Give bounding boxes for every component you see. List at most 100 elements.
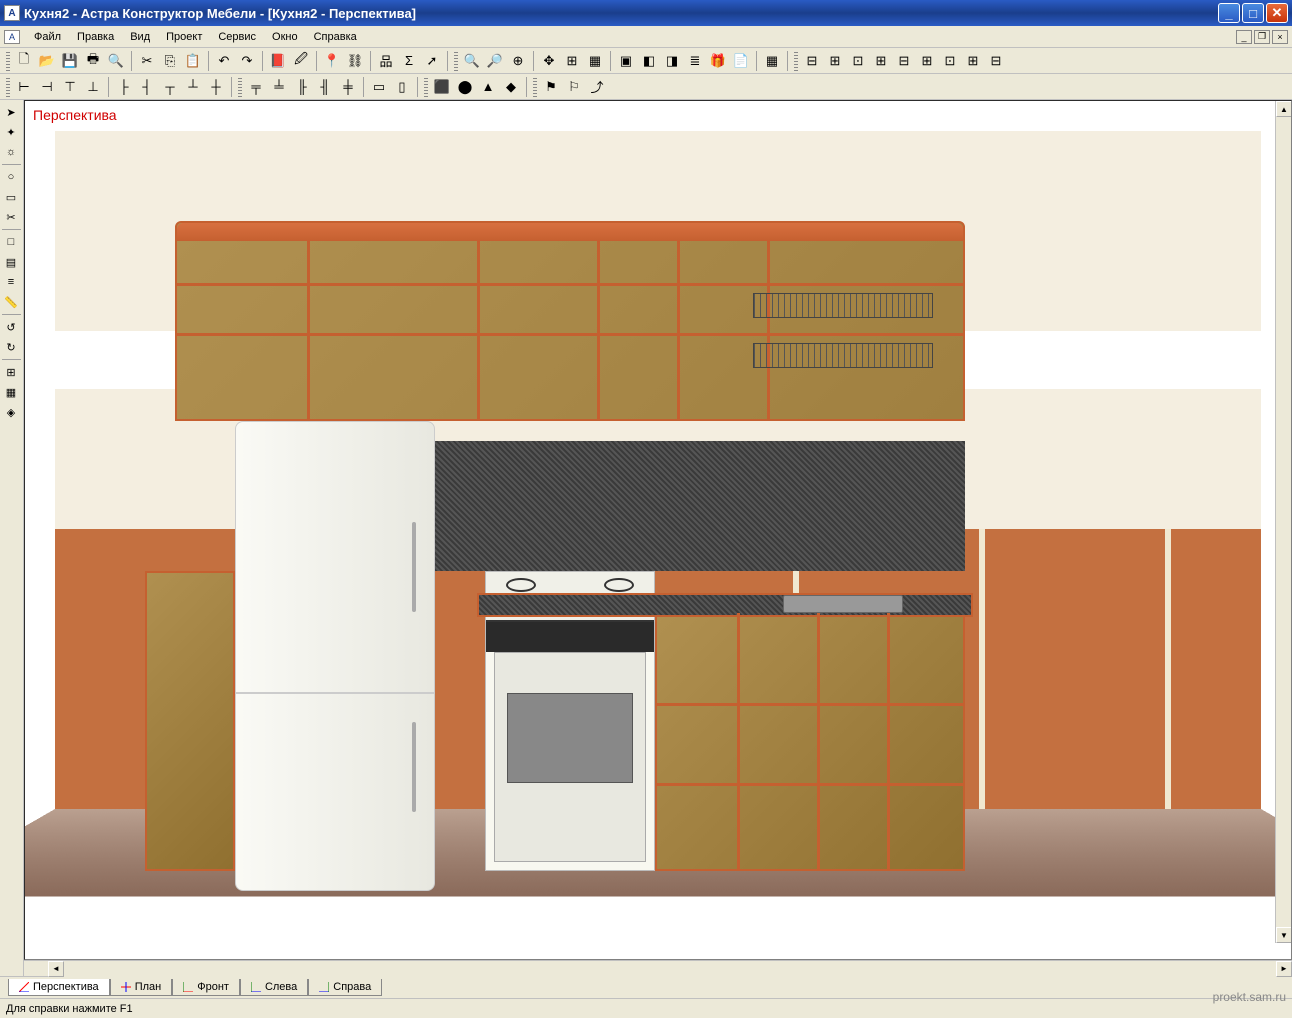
link-button[interactable]: ⛓ [344, 50, 366, 72]
layout-9-button[interactable]: ⊟ [985, 50, 1007, 72]
rect-tool-button[interactable]: ▭ [0, 187, 22, 207]
layout-8-button[interactable]: ⊞ [962, 50, 984, 72]
tool-t8-button[interactable]: ┴ [182, 76, 204, 98]
tab-right[interactable]: Справа [308, 979, 382, 996]
scroll-down-button[interactable]: ▼ [1276, 927, 1292, 943]
hatch-tool-button[interactable]: ▤ [0, 252, 22, 272]
tab-perspective[interactable]: Перспектива [8, 979, 110, 996]
arrow-d3-button[interactable]: ⤴ [586, 76, 608, 98]
materials-button[interactable]: 🎁 [707, 50, 729, 72]
tab-left[interactable]: Слева [240, 979, 308, 996]
ruler-tool-button[interactable]: 📏 [0, 292, 22, 312]
align-a5-button[interactable]: ╪ [337, 76, 359, 98]
cube2-button[interactable]: ◧ [638, 50, 660, 72]
menu-project[interactable]: Проект [158, 29, 210, 45]
grid2-button[interactable]: ▦ [0, 382, 22, 402]
layout-5-button[interactable]: ⊟ [893, 50, 915, 72]
toolbar-handle[interactable] [238, 77, 242, 97]
center-button[interactable]: ⊞ [561, 50, 583, 72]
square-tool-button[interactable]: □ [0, 232, 22, 252]
undo-button[interactable]: ↶ [213, 50, 235, 72]
toolbar-handle[interactable] [6, 77, 10, 97]
save-button[interactable]: 💾 [59, 50, 81, 72]
tool-t5-button[interactable]: ├ [113, 76, 135, 98]
layout-3-button[interactable]: ⊡ [847, 50, 869, 72]
menu-window[interactable]: Окно [264, 29, 306, 45]
layout-6-button[interactable]: ⊞ [916, 50, 938, 72]
vertical-scrollbar[interactable]: ▲ ▼ [1275, 101, 1291, 943]
toolbar-handle[interactable] [794, 51, 798, 71]
flag-d2-button[interactable]: ⚐ [563, 76, 585, 98]
minimize-button[interactable]: _ [1218, 3, 1240, 23]
pan-button[interactable]: ✥ [538, 50, 560, 72]
rotate-cw-button[interactable]: ↻ [0, 337, 22, 357]
snap-button[interactable]: ▦ [761, 50, 783, 72]
zoom-fit-button[interactable]: ⊕ [507, 50, 529, 72]
new-file-button[interactable]: 🗋 [13, 50, 35, 72]
maximize-button[interactable]: □ [1242, 3, 1264, 23]
tool-t4-button[interactable]: ⊥ [82, 76, 104, 98]
layout-4-button[interactable]: ⊞ [870, 50, 892, 72]
scroll-right-button[interactable]: ► [1276, 961, 1292, 977]
menu-edit[interactable]: Правка [69, 29, 122, 45]
scissors-tool-button[interactable]: ✂ [0, 207, 22, 227]
menu-service[interactable]: Сервис [210, 29, 264, 45]
viewport-3d[interactable]: Перспектива [24, 100, 1292, 960]
notes-button[interactable]: 📄 [730, 50, 752, 72]
extents-button[interactable]: ▦ [584, 50, 606, 72]
toolbar-handle[interactable] [454, 51, 458, 71]
tool-t6-button[interactable]: ┤ [136, 76, 158, 98]
scroll-left-button[interactable]: ◄ [48, 961, 64, 977]
solid-cone-button[interactable]: ▲ [477, 76, 499, 98]
tool-t9-button[interactable]: ┼ [205, 76, 227, 98]
open-file-button[interactable]: 📂 [36, 50, 58, 72]
mdi-minimize-button[interactable]: _ [1236, 30, 1252, 44]
solid-cube-button[interactable]: ⬛ [431, 76, 453, 98]
toolbar-handle[interactable] [533, 77, 537, 97]
wand-tool-button[interactable]: ✦ [0, 122, 22, 142]
print-button[interactable]: 🖶 [82, 50, 104, 72]
sum-button[interactable]: Σ [398, 50, 420, 72]
tool-t7-button[interactable]: ┬ [159, 76, 181, 98]
panel-b2-button[interactable]: ▯ [391, 76, 413, 98]
cube1-button[interactable]: ▣ [615, 50, 637, 72]
light-tool-button[interactable]: ☼ [0, 142, 22, 162]
toolbar-handle[interactable] [6, 51, 10, 71]
horizontal-scrollbar[interactable]: ◄ ► [24, 960, 1292, 976]
pin-button[interactable]: 📍 [321, 50, 343, 72]
tool-t2-button[interactable]: ⊣ [36, 76, 58, 98]
menu-help[interactable]: Справка [306, 29, 365, 45]
tree-button[interactable]: 品 [375, 50, 397, 72]
close-button[interactable]: ✕ [1266, 3, 1288, 23]
zoom-out-button[interactable]: 🔎 [484, 50, 506, 72]
mdi-restore-button[interactable]: ❐ [1254, 30, 1270, 44]
paste-button[interactable]: 📋 [182, 50, 204, 72]
scroll-up-button[interactable]: ▲ [1276, 101, 1292, 117]
tab-front[interactable]: Фронт [172, 979, 240, 996]
export-button[interactable]: ➚ [421, 50, 443, 72]
cursor-tool-button[interactable]: ➤ [0, 102, 22, 122]
layout-7-button[interactable]: ⊡ [939, 50, 961, 72]
align-a4-button[interactable]: ╢ [314, 76, 336, 98]
panel-b1-button[interactable]: ▭ [368, 76, 390, 98]
rotate-ccw-button[interactable]: ↺ [0, 317, 22, 337]
grid-snap-button[interactable]: ⊞ [0, 362, 22, 382]
catalog-button[interactable]: 📕 [267, 50, 289, 72]
align-a1-button[interactable]: ╤ [245, 76, 267, 98]
zoom-in-button[interactable]: 🔍 [461, 50, 483, 72]
align-a2-button[interactable]: ╧ [268, 76, 290, 98]
solid-prism-button[interactable]: ◆ [500, 76, 522, 98]
tab-plan[interactable]: План [110, 979, 173, 996]
picker-button[interactable]: 🖉 [290, 50, 312, 72]
copy-button[interactable]: ⎘ [159, 50, 181, 72]
circle-tool-button[interactable]: ○ [0, 167, 22, 187]
tool-t3-button[interactable]: ⊤ [59, 76, 81, 98]
print-preview-button[interactable]: 🔍 [105, 50, 127, 72]
menu-view[interactable]: Вид [122, 29, 158, 45]
align-a3-button[interactable]: ╟ [291, 76, 313, 98]
cut-button[interactable]: ✂ [136, 50, 158, 72]
solid-cylinder-button[interactable]: ⬤ [454, 76, 476, 98]
toolbar-handle[interactable] [424, 77, 428, 97]
tool-t1-button[interactable]: ⊢ [13, 76, 35, 98]
mdi-close-button[interactable]: × [1272, 30, 1288, 44]
